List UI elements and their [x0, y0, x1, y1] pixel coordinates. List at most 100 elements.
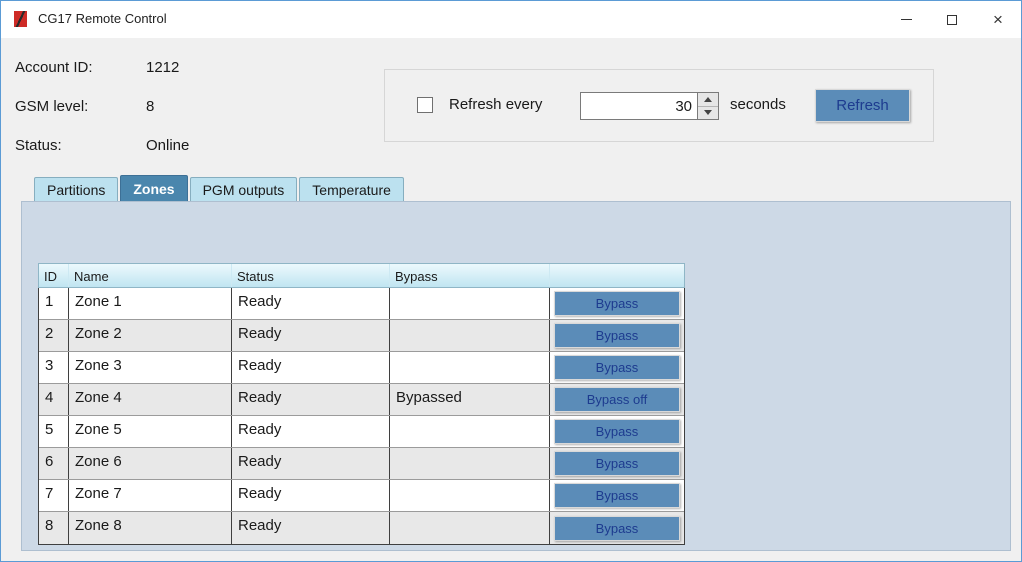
zone-action-cell: Bypass [550, 416, 684, 447]
maximize-icon [947, 15, 957, 25]
zone-id-cell: 7 [39, 480, 69, 511]
zones-table: ID Name Status Bypass 1 Zone 1 Ready Byp… [38, 263, 685, 545]
zone-name-cell: Zone 4 [69, 384, 232, 415]
zone-name-cell: Zone 3 [69, 352, 232, 383]
zone-status-cell: Ready [232, 512, 390, 544]
app-icon [14, 11, 27, 27]
zone-bypass-cell [390, 288, 550, 319]
zone-bypass-cell: Bypassed [390, 384, 550, 415]
zone-name-cell: Zone 1 [69, 288, 232, 319]
zone-bypass-cell [390, 352, 550, 383]
status-row: Status: Online [15, 137, 132, 154]
zones-tab-panel: ID Name Status Bypass 1 Zone 1 Ready Byp… [21, 201, 1011, 551]
header-name: Name [69, 264, 232, 287]
bypass-button[interactable]: Bypass [554, 291, 680, 316]
refresh-every-label: Refresh every [449, 96, 542, 113]
window-title: CG17 Remote Control [38, 11, 167, 26]
table-body: 1 Zone 1 Ready Bypass 2 Zone 2 Ready Byp… [38, 288, 685, 545]
table-row: 6 Zone 6 Ready Bypass [39, 448, 684, 480]
zone-id-cell: 5 [39, 416, 69, 447]
close-button[interactable]: × [975, 1, 1021, 38]
arrow-up-icon [704, 97, 712, 102]
bypass-button[interactable]: Bypass [554, 483, 680, 508]
gsm-level-row: GSM level: 8 [15, 98, 132, 115]
table-header: ID Name Status Bypass [38, 263, 685, 288]
tab-temperature[interactable]: Temperature [299, 177, 404, 201]
spinner-up-button[interactable] [698, 93, 718, 106]
account-id-value: 1212 [146, 59, 179, 76]
zone-id-cell: 4 [39, 384, 69, 415]
tab-strip: Partitions Zones PGM outputs Temperature [34, 177, 406, 201]
zone-action-cell: Bypass [550, 512, 684, 544]
zone-status-cell: Ready [232, 416, 390, 447]
status-label: Status: [15, 137, 132, 154]
zone-action-cell: Bypass [550, 480, 684, 511]
table-row: 1 Zone 1 Ready Bypass [39, 288, 684, 320]
zone-status-cell: Ready [232, 352, 390, 383]
table-row: 7 Zone 7 Ready Bypass [39, 480, 684, 512]
bypass-button[interactable]: Bypass [554, 516, 680, 541]
spinner-down-button[interactable] [698, 106, 718, 120]
zone-name-cell: Zone 6 [69, 448, 232, 479]
zone-bypass-cell [390, 480, 550, 511]
window-controls: × [883, 1, 1021, 38]
tab-partitions[interactable]: Partitions [34, 177, 118, 201]
zone-id-cell: 1 [39, 288, 69, 319]
zone-action-cell: Bypass [550, 288, 684, 319]
table-row: 2 Zone 2 Ready Bypass [39, 320, 684, 352]
refresh-groupbox: Refresh every seconds Refresh [384, 69, 934, 142]
refresh-button[interactable]: Refresh [815, 89, 910, 122]
zone-status-cell: Ready [232, 288, 390, 319]
zone-bypass-cell [390, 512, 550, 544]
zone-name-cell: Zone 8 [69, 512, 232, 544]
app-window: CG17 Remote Control × Account ID: 1212 G… [0, 0, 1022, 562]
status-value: Online [146, 137, 189, 154]
header-status: Status [232, 264, 390, 287]
zone-name-cell: Zone 7 [69, 480, 232, 511]
zone-id-cell: 6 [39, 448, 69, 479]
zone-action-cell: Bypass [550, 448, 684, 479]
bypass-button[interactable]: Bypass [554, 355, 680, 380]
gsm-level-label: GSM level: [15, 98, 132, 115]
close-icon: × [993, 11, 1003, 28]
header-bypass: Bypass [390, 264, 550, 287]
tab-zones[interactable]: Zones [120, 175, 187, 201]
interval-input[interactable] [580, 92, 697, 120]
arrow-down-icon [704, 110, 712, 115]
table-row: 8 Zone 8 Ready Bypass [39, 512, 684, 544]
bypass-button[interactable]: Bypass [554, 323, 680, 348]
maximize-button[interactable] [929, 1, 975, 38]
zone-status-cell: Ready [232, 384, 390, 415]
title-bar[interactable]: CG17 Remote Control × [1, 1, 1021, 38]
zone-id-cell: 3 [39, 352, 69, 383]
header-actions [550, 264, 684, 287]
zone-action-cell: Bypass [550, 352, 684, 383]
zone-id-cell: 8 [39, 512, 69, 544]
zone-bypass-cell [390, 448, 550, 479]
zone-bypass-cell [390, 416, 550, 447]
account-id-row: Account ID: 1212 [15, 59, 132, 76]
zone-name-cell: Zone 5 [69, 416, 232, 447]
spinner-buttons [697, 92, 719, 120]
bypass-button[interactable]: Bypass off [554, 387, 680, 412]
zone-bypass-cell [390, 320, 550, 351]
zone-action-cell: Bypass [550, 320, 684, 351]
table-row: 4 Zone 4 Ready Bypassed Bypass off [39, 384, 684, 416]
header-id: ID [39, 264, 69, 287]
refresh-every-checkbox[interactable] [417, 97, 433, 113]
zone-status-cell: Ready [232, 320, 390, 351]
bypass-button[interactable]: Bypass [554, 451, 680, 476]
interval-spinner [580, 92, 719, 120]
account-id-label: Account ID: [15, 59, 132, 76]
zone-status-cell: Ready [232, 480, 390, 511]
zone-name-cell: Zone 2 [69, 320, 232, 351]
minimize-button[interactable] [883, 1, 929, 38]
bypass-button[interactable]: Bypass [554, 419, 680, 444]
gsm-level-value: 8 [146, 98, 154, 115]
tab-pgm-outputs[interactable]: PGM outputs [190, 177, 298, 201]
table-row: 3 Zone 3 Ready Bypass [39, 352, 684, 384]
seconds-label: seconds [730, 96, 786, 113]
minimize-icon [901, 19, 912, 20]
table-row: 5 Zone 5 Ready Bypass [39, 416, 684, 448]
zone-action-cell: Bypass off [550, 384, 684, 415]
